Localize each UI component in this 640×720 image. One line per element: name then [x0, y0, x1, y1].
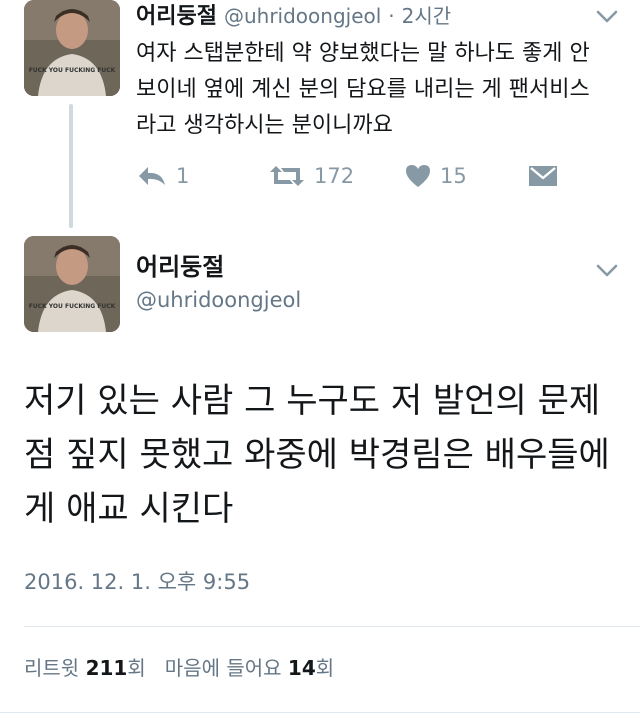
avatar[interactable]: FUCK YOU FUCKING FUCK	[24, 0, 120, 96]
tweet-1-header: 어리둥절 @uhridoongjeol · 2시간	[136, 2, 451, 31]
retweets-count: 211	[85, 656, 128, 680]
display-name[interactable]: 어리둥절	[136, 252, 224, 282]
username[interactable]: @uhridoongjeol	[224, 4, 381, 28]
likes-count: 14	[287, 656, 316, 680]
divider	[24, 626, 640, 627]
tweet-date: 2016. 12. 1. 오후 9:55	[24, 570, 251, 594]
retweets-stat[interactable]: 리트윗 211회	[24, 656, 146, 680]
avatar[interactable]: FUCK YOU FUCKING FUCK	[24, 236, 120, 332]
chevron-down-icon[interactable]	[596, 264, 618, 278]
retweets-label: 리트윗	[24, 656, 80, 680]
display-name[interactable]: 어리둥절	[136, 4, 217, 29]
heart-icon	[406, 165, 430, 187]
tweet-text: 여자 스탭분한테 약 양보했다는 말 하나도 좋게 안 보이네 옆에 계신 분의…	[136, 41, 590, 138]
timestamp[interactable]: 2시간	[402, 4, 452, 28]
tweet-stats: 리트윗 211회 마음에 들어요 14회	[24, 654, 334, 682]
avatar-caption: FUCK YOU FUCKING FUCK	[29, 303, 116, 310]
chevron-down-icon[interactable]	[596, 10, 618, 24]
like-count: 15	[440, 164, 467, 188]
username[interactable]: @uhridoongjeol	[136, 286, 301, 314]
like-button[interactable]: 15	[404, 160, 467, 192]
divider	[0, 712, 640, 713]
retweet-icon	[270, 166, 304, 186]
likes-unit: 회	[315, 656, 335, 680]
retweet-button[interactable]: 172	[268, 160, 354, 192]
tweet-text: 저기 있는 사람 그 누구도 저 발언의 문제점 짚지 못했고 와중에 박경림은…	[24, 381, 610, 529]
avatar-photo: FUCK YOU FUCKING FUCK	[24, 236, 120, 332]
reply-count: 1	[176, 164, 190, 188]
likes-label: 마음에 들어요	[164, 656, 282, 680]
envelope-icon	[529, 166, 557, 186]
reply-icon	[139, 167, 165, 185]
reply-button[interactable]: 1	[136, 160, 189, 192]
retweets-unit: 회	[127, 656, 146, 680]
direct-message-button[interactable]	[528, 160, 566, 192]
likes-stat[interactable]: 마음에 들어요 14회	[165, 656, 334, 680]
avatar-caption: FUCK YOU FUCKING FUCK	[29, 67, 116, 74]
separator-dot: ·	[388, 4, 395, 28]
thread-connector	[69, 104, 73, 228]
avatar-photo: FUCK YOU FUCKING FUCK	[24, 0, 120, 96]
retweet-count: 172	[314, 164, 355, 188]
